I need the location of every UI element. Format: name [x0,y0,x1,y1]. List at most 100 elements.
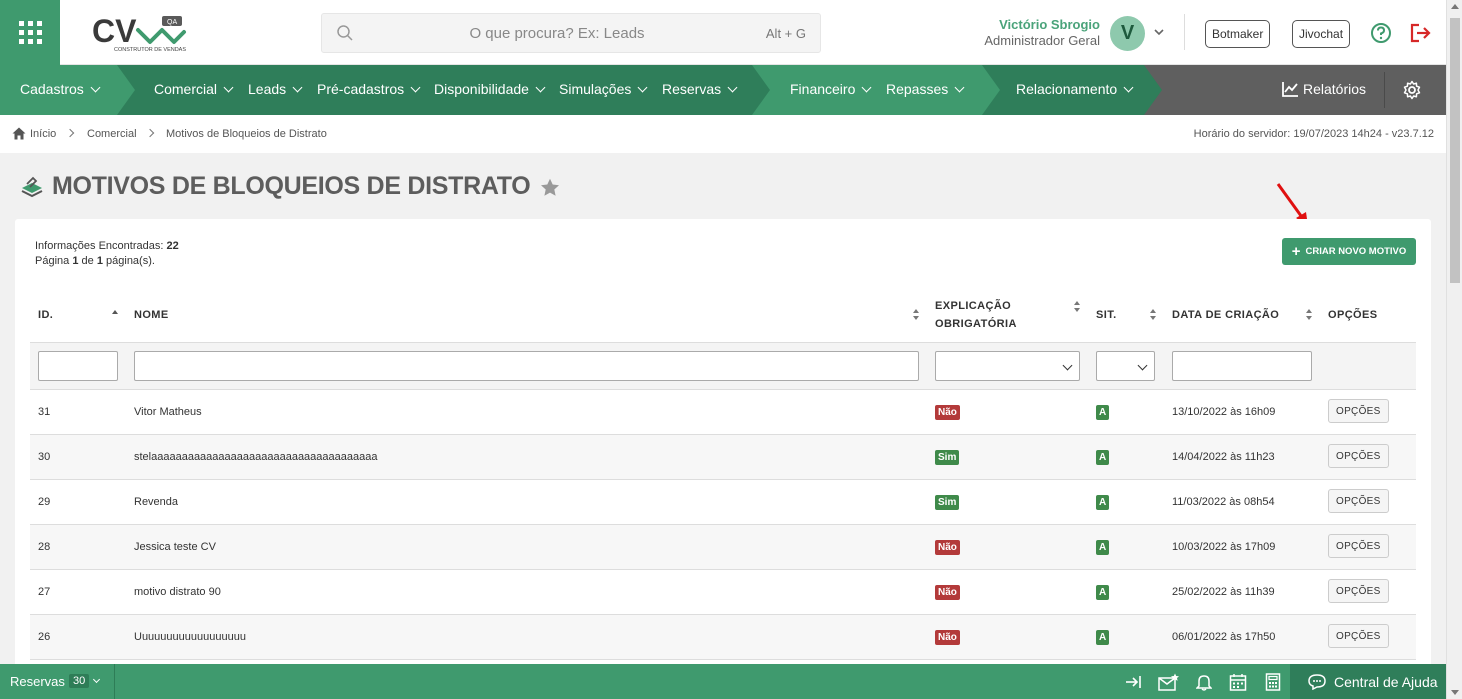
sort-asc-icon[interactable] [111,309,119,315]
help-center-button[interactable]: Central de Ajuda [1290,664,1446,699]
options-button[interactable]: OPÇÕES [1328,489,1389,513]
nav-reservas[interactable]: Reservas [662,81,738,97]
table-row[interactable]: 27 motivo distrato 90 Não A 25/02/2022 à… [30,570,1416,615]
svg-text:CONSTRUTOR DE VENDAS: CONSTRUTOR DE VENDAS [114,47,186,53]
nav-label: Repasses [886,81,949,97]
search-input[interactable] [362,14,752,52]
nav-disponibilidade[interactable]: Disponibilidade [434,81,546,97]
breadcrumb-comercial[interactable]: Comercial [87,128,137,140]
nav-cadastros[interactable]: Cadastros [20,81,101,97]
calculator-icon[interactable] [1265,673,1281,691]
logo[interactable]: CV QA CONSTRUTOR DE VENDAS [90,12,190,54]
nav-simulacoes[interactable]: Simulações [559,81,648,97]
nav-leads[interactable]: Leads [248,81,303,97]
page-icon [21,176,43,198]
sort-icon[interactable] [1149,309,1157,320]
cell-data: 11/03/2022 às 08h54 [1172,496,1275,508]
results-info: Informações Encontradas: 22 Página 1 de … [35,239,179,269]
cell-data: 25/02/2022 às 11h39 [1172,586,1275,598]
help-icon[interactable] [1370,22,1392,44]
table-row[interactable]: 26 Uuuuuuuuuuuuuuuuuu Não A 06/01/2022 à… [30,615,1416,660]
top-header: CV QA CONSTRUTOR DE VENDAS Alt + G Victó… [0,0,1446,65]
collapse-right-icon[interactable] [1125,673,1143,691]
nav-pre-cadastros[interactable]: Pré-cadastros [317,81,421,97]
main-nav: Cadastros Comercial Leads Pré-cadastros … [0,65,1446,115]
cell-nome: Vitor Matheus [134,406,202,418]
options-button[interactable]: OPÇÕES [1328,399,1389,423]
table-row[interactable]: 31 Vitor Matheus Não A 13/10/2022 às 16h… [30,390,1416,435]
logout-icon[interactable] [1409,22,1433,44]
chevron-down-icon [637,82,648,92]
col-header-sit[interactable]: SIT. [1096,306,1117,324]
col-header-id[interactable]: ID. [38,306,53,324]
cv-logo-icon: CV QA CONSTRUTOR DE VENDAS [92,13,186,53]
status-badge: A [1096,405,1110,420]
nav-repasses[interactable]: Repasses [886,81,965,97]
cell-nome: stelaaaaaaaaaaaaaaaaaaaaaaaaaaaaaaaaaaaa… [134,451,378,463]
sort-icon[interactable] [912,309,920,320]
col-header-nome[interactable]: NOME [134,306,169,324]
user-role: Administrador Geral [984,33,1100,48]
status-badge: A [1096,540,1110,555]
plus-icon: + [1291,242,1301,260]
user-info[interactable]: Victório Sbrogio Administrador Geral [960,17,1100,49]
botmaker-button[interactable]: Botmaker [1205,20,1271,48]
avatar[interactable]: V [1110,16,1145,51]
jivochat-button[interactable]: Jivochat [1292,20,1351,48]
nav-relacionamento[interactable]: Relacionamento [1016,81,1134,97]
chevron-down-icon [1062,360,1073,371]
scroll-down-icon[interactable] [1451,690,1459,695]
sort-icon[interactable] [1305,309,1313,320]
gear-icon[interactable] [1402,80,1422,100]
nav-relatorios[interactable]: Relatórios [1281,80,1366,98]
status-badge: A [1096,585,1110,600]
filter-id-input[interactable] [38,351,118,381]
filter-explicacao-select[interactable] [935,351,1080,381]
scrollbar-thumb[interactable] [1450,18,1460,283]
nav-comercial[interactable]: Comercial [154,81,234,97]
search-box[interactable]: Alt + G [321,13,821,53]
cell-nome: Revenda [134,496,179,508]
table-row[interactable]: 28 Jessica teste CV Não A 10/03/2022 às … [30,525,1416,570]
options-button[interactable]: OPÇÕES [1328,534,1389,558]
scroll-up-icon[interactable] [1451,4,1459,9]
chevron-down-icon [410,82,421,92]
table-row[interactable]: 30 stelaaaaaaaaaaaaaaaaaaaaaaaaaaaaaaaaa… [30,435,1416,480]
col-header-explicacao-line1: EXPLICAÇÃO [935,300,1012,312]
filter-nome-input[interactable] [134,351,919,381]
nav-financeiro[interactable]: Financeiro [790,81,872,97]
col-header-data[interactable]: DATA DE CRIAÇÃO [1172,306,1279,324]
status-badge: Sim [935,495,960,510]
nav-label: Comercial [154,81,218,97]
status-badge: Não [935,405,960,420]
filter-data-input[interactable] [1172,351,1312,381]
options-button[interactable]: OPÇÕES [1328,624,1389,648]
options-button[interactable]: OPÇÕES [1328,444,1389,468]
create-reason-button[interactable]: + CRIAR NOVO MOTIVO [1282,238,1416,265]
chevron-down-icon[interactable] [1153,26,1165,38]
status-badge: Sim [935,450,960,465]
chevron-down-icon[interactable] [92,675,101,684]
bell-icon[interactable] [1196,673,1212,691]
header-divider [1184,14,1185,50]
col-header-explicacao[interactable]: EXPLICAÇÃO OBRIGATÓRIA [935,297,1017,333]
filter-sit-select[interactable] [1096,351,1155,381]
chevron-down-icon [535,82,546,92]
home-icon[interactable] [12,127,26,140]
reservas-label[interactable]: Reservas [10,674,65,689]
chevron-down-icon [223,82,234,92]
star-icon[interactable] [540,178,560,197]
svg-text:CV: CV [92,13,137,49]
calendar-icon[interactable] [1229,673,1247,691]
page-title: MOTIVOS DE BLOQUEIOS DE DISTRATO [52,172,531,200]
breadcrumb-current: Motivos de Bloqueios de Distrato [166,128,327,140]
apps-menu-button[interactable] [0,0,60,65]
col-header-opcoes: OPÇÕES [1328,309,1378,321]
breadcrumb-home[interactable]: Início [30,128,56,140]
mail-star-icon[interactable] [1158,673,1180,691]
table-row[interactable]: 29 Revenda Sim A 11/03/2022 às 08h54 OPÇ… [30,480,1416,525]
sort-icon[interactable] [1073,301,1081,312]
scrollbar[interactable] [1446,0,1462,699]
chat-icon [1308,673,1326,690]
options-button[interactable]: OPÇÕES [1328,579,1389,603]
